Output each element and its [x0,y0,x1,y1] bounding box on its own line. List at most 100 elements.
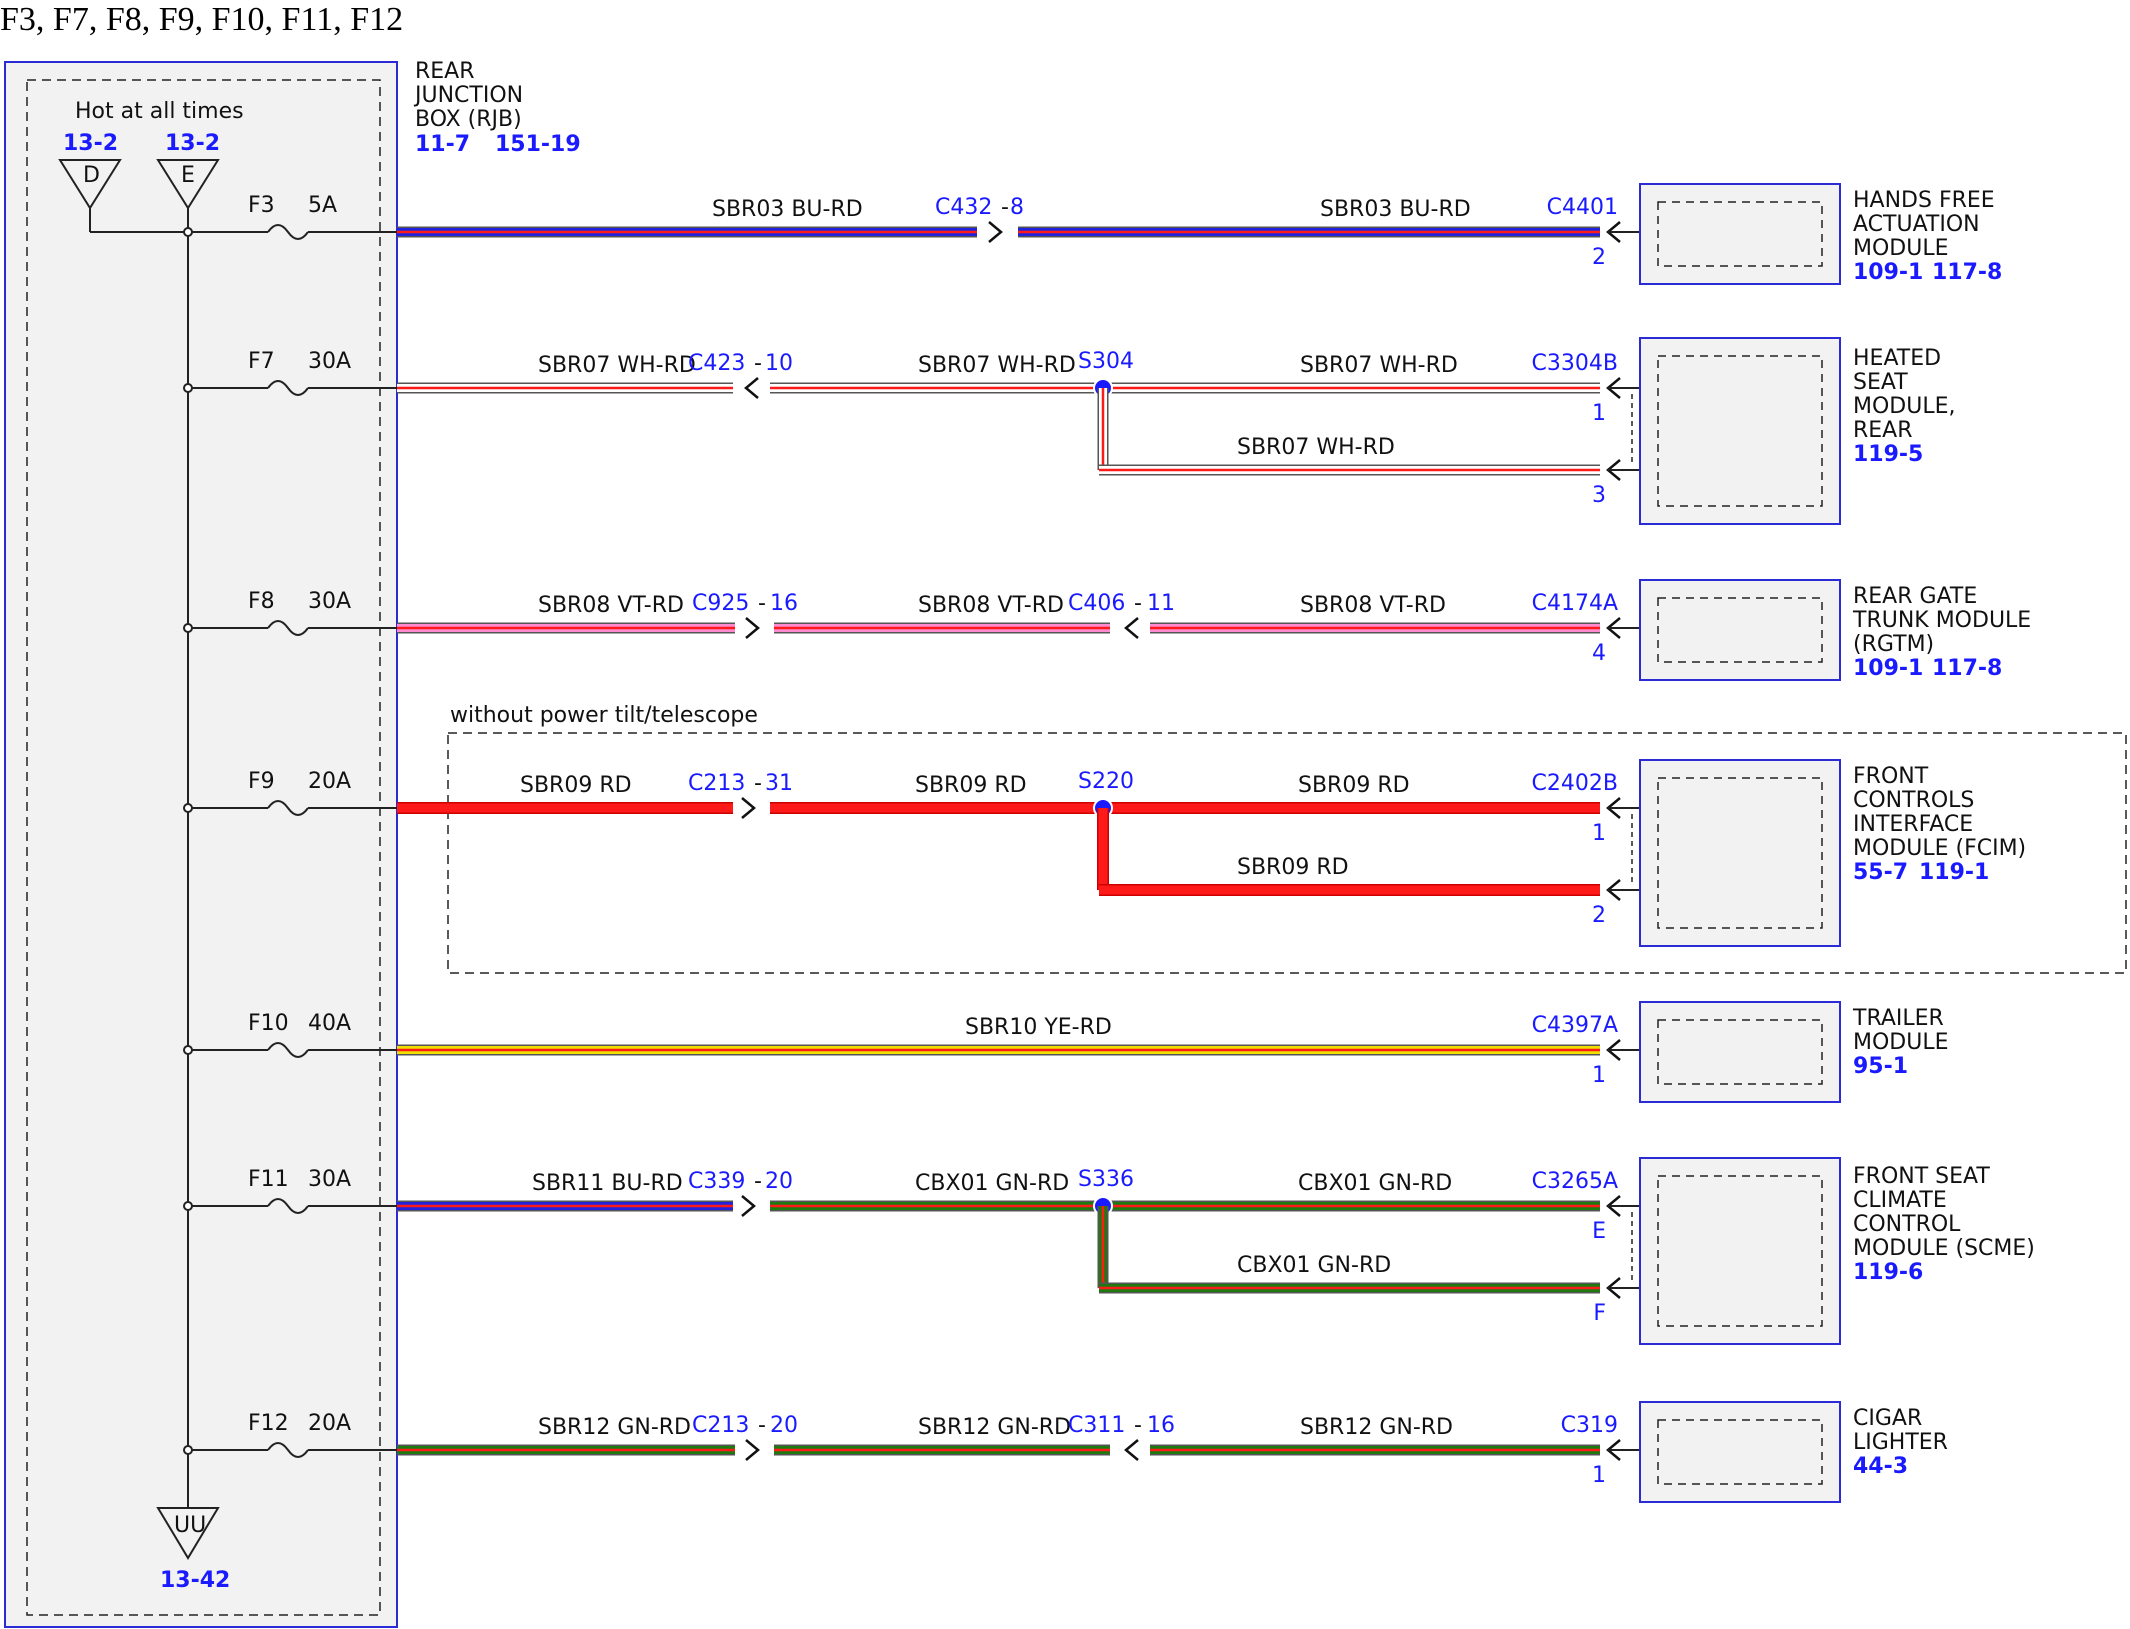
connector-pin[interactable]: 20 [770,1413,798,1438]
connector-dash: - [754,771,762,796]
wire-label: SBR09 RD [915,773,1027,798]
module-box[interactable] [1639,1401,1841,1503]
ground-ref[interactable]: 13-42 [160,1568,230,1593]
connector-pin[interactable]: 16 [770,591,798,616]
fuse-rating: 20A [308,1411,351,1436]
splice-label[interactable]: S220 [1078,769,1134,794]
source-d-ref[interactable]: 13-2 [63,131,118,156]
bus-tap [183,227,193,237]
module-ref[interactable]: 55-7 [1853,860,1908,885]
wire-label: SBR10 YE-RD [965,1015,1112,1040]
connector-label[interactable]: C925 [692,591,749,616]
module-box[interactable] [1639,1157,1841,1345]
fuse-rating: 5A [308,193,337,218]
module-name-line: CLIMATE [1853,1188,1947,1213]
connector-pin[interactable]: 20 [765,1169,793,1194]
bus-tap [183,1201,193,1211]
module-box[interactable] [1639,579,1841,681]
module-box[interactable] [1639,183,1841,285]
end-connector-label[interactable]: C4401 [1547,195,1618,220]
fuse-id: F11 [248,1167,289,1192]
branch-wire-label: SBR09 RD [1237,855,1349,880]
rjb-ref-2[interactable]: 151-19 [495,132,581,157]
bus-tap [183,1445,193,1455]
module-name-line: CIGAR [1853,1406,1922,1431]
wire-label: SBR09 RD [520,773,632,798]
rjb-ref-1[interactable]: 11-7 [415,132,470,157]
connector-label[interactable]: C423 [688,351,745,376]
module-name-line: ACTUATION [1853,212,1980,237]
fuse-id: F7 [248,349,275,374]
module-name-line: MODULE (FCIM) [1853,836,2026,861]
end-connector-label[interactable]: C2402B [1532,771,1618,796]
wiring-diagram: F3, F7, F8, F9, F10, F11, F12 REAR JUNCT… [0,1,2127,1628]
module-box[interactable] [1639,337,1841,525]
wire-label: SBR11 BU-RD [532,1171,683,1196]
splice-label[interactable]: S304 [1078,349,1134,374]
module-box[interactable] [1639,759,1841,947]
wire-label: SBR08 VT-RD [1300,593,1446,618]
ground-letter: UU [174,1513,206,1538]
branch-wire-label: SBR07 WH-RD [1237,435,1395,460]
module-ref[interactable]: 109-1 [1853,260,1923,285]
module-name-line: REAR [1853,418,1913,443]
wire-label: CBX01 GN-RD [1298,1171,1452,1196]
connector-label[interactable]: C432 [935,195,992,220]
end-pin: 4 [1592,641,1606,666]
module-box[interactable] [1639,1001,1841,1103]
connector-pin[interactable]: 8 [1010,195,1024,220]
end-connector-label[interactable]: C3304B [1532,351,1618,376]
fuse-id: F10 [248,1011,289,1036]
module-ref[interactable]: 44-3 [1853,1454,1908,1479]
diagram-title: F3, F7, F8, F9, F10, F11, F12 [0,1,403,38]
connector-arrow [745,1439,760,1461]
module-ref[interactable]: 117-8 [1932,260,2002,285]
connector-label[interactable]: C213 [692,1413,749,1438]
rjb-name-line-2: JUNCTION [413,83,523,108]
end-connector-label[interactable]: C4174A [1532,591,1618,616]
module-name-line: CONTROLS [1853,788,1974,813]
connector-label[interactable]: C213 [688,771,745,796]
end-connector-label[interactable]: C4397A [1532,1013,1618,1038]
connector-dash: - [754,1169,762,1194]
module-ref[interactable]: 119-5 [1853,442,1923,467]
end-connector-label[interactable]: C319 [1561,1413,1618,1438]
module-ref[interactable]: 95-1 [1853,1054,1908,1079]
fuse-rating: 40A [308,1011,351,1036]
module-ref[interactable]: 119-6 [1853,1260,1923,1285]
source-e-ref[interactable]: 13-2 [165,131,220,156]
wire-label: SBR07 WH-RD [918,353,1076,378]
connector-pin[interactable]: 11 [1147,591,1175,616]
wire-label: SBR09 RD [1298,773,1410,798]
connector-pin[interactable]: 16 [1147,1413,1175,1438]
source-d-letter: D [83,163,100,188]
fuse-rating: 20A [308,769,351,794]
module-name-line: LIGHTER [1853,1430,1948,1455]
module-ref[interactable]: 117-8 [1932,656,2002,681]
hot-at-all-times-label: Hot at all times [75,99,244,124]
fuse-id: F3 [248,193,275,218]
wire-label: SBR07 WH-RD [1300,353,1458,378]
connector-arrow [741,797,756,819]
source-e-letter: E [181,163,195,188]
module-name-line: TRUNK MODULE [1852,608,2031,633]
module-ref[interactable]: 109-1 [1853,656,1923,681]
splice-label[interactable]: S336 [1078,1167,1134,1192]
connector-label[interactable]: C406 [1068,591,1125,616]
module-name-line: MODULE [1853,1030,1949,1055]
module-name-line: MODULE (SCME) [1853,1236,2035,1261]
connector-dash: - [1001,195,1009,220]
connector-arrow [741,1195,756,1217]
module-name-line: MODULE, [1853,394,1956,419]
connector-label[interactable]: C339 [688,1169,745,1194]
end-connector-label[interactable]: C3265A [1532,1169,1618,1194]
end-pin: 3 [1592,483,1606,508]
wire-label: SBR12 GN-RD [1300,1415,1453,1440]
module-ref[interactable]: 119-1 [1919,860,1989,885]
connector-pin[interactable]: 31 [765,771,793,796]
connector-pin[interactable]: 10 [765,351,793,376]
wire-label: SBR12 GN-RD [918,1415,1071,1440]
module-name-line: MODULE [1853,236,1949,261]
module-name-line: HEATED [1853,346,1941,371]
connector-label[interactable]: C311 [1068,1413,1125,1438]
